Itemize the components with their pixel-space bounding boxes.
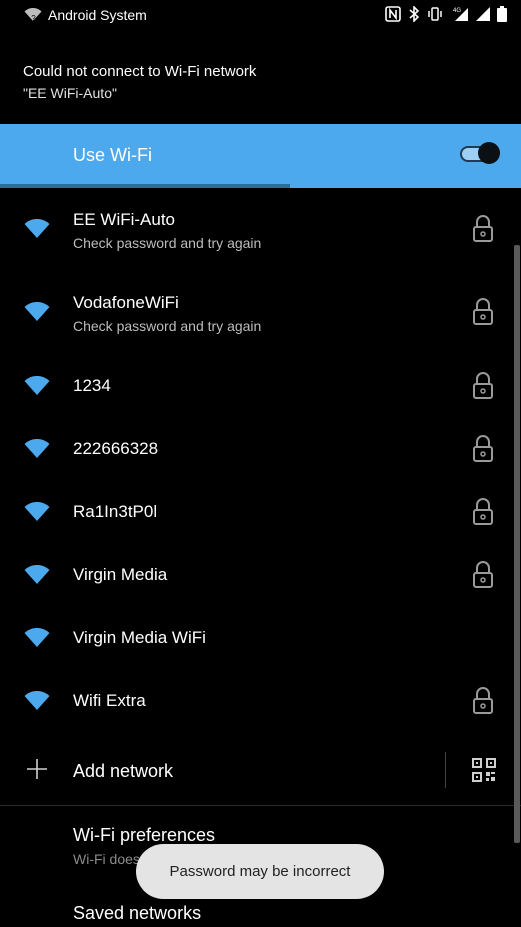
- notification-subtitle: "EE WiFi-Auto": [23, 85, 117, 101]
- battery-icon: [497, 6, 507, 22]
- wifi-unknown-icon: ?: [24, 8, 42, 22]
- svg-text:4G: 4G: [453, 8, 461, 14]
- wifi-toggle[interactable]: [460, 141, 500, 165]
- network-name: EE WiFi-Auto: [73, 210, 176, 229]
- network-row[interactable]: Virgin Media WiFi: [0, 606, 521, 669]
- add-network-label: Add network: [73, 761, 174, 781]
- lock-icon: [473, 435, 493, 462]
- use-wifi-label: Use Wi-Fi: [73, 145, 152, 165]
- network-name: Ra1In3tP0l: [73, 502, 158, 521]
- wifi-signal-icon: [24, 439, 50, 458]
- network-name: VodafoneWiFi: [73, 293, 179, 312]
- lock-icon: [473, 498, 493, 525]
- status-bar: ? Android System 4G: [0, 0, 521, 30]
- status-bar-icons: 4G: [385, 6, 507, 22]
- network-row[interactable]: Ra1In3tP0l: [0, 480, 521, 543]
- signal-icon: [476, 7, 490, 21]
- vibrate-icon: [428, 7, 442, 21]
- network-name: Virgin Media WiFi: [73, 628, 206, 647]
- section-divider: [0, 805, 521, 806]
- network-row[interactable]: VodafoneWiFi Check password and try again: [0, 271, 521, 354]
- network-name: 1234: [73, 376, 111, 395]
- wifi-error-notification[interactable]: Could not connect to Wi-Fi network "EE W…: [0, 30, 521, 124]
- wifi-signal-icon: [24, 302, 50, 321]
- scrollbar[interactable]: [514, 245, 520, 843]
- wifi-preferences-title: Wi-Fi preferences: [73, 825, 216, 845]
- add-network-row[interactable]: Add network: [0, 744, 521, 796]
- qr-code-icon[interactable]: [472, 758, 496, 782]
- wifi-signal-icon: [24, 502, 50, 521]
- wifi-signal-icon: [24, 565, 50, 584]
- lock-icon: [473, 561, 493, 588]
- network-row[interactable]: Virgin Media: [0, 543, 521, 606]
- network-name: 222666328: [73, 439, 159, 458]
- lock-icon: [473, 372, 493, 399]
- network-row[interactable]: EE WiFi-Auto Check password and try again: [0, 188, 521, 271]
- lock-icon: [473, 298, 493, 325]
- notification-title: Could not connect to Wi-Fi network: [23, 63, 257, 80]
- network-row[interactable]: Wifi Extra: [0, 669, 521, 732]
- wifi-signal-icon: [24, 691, 50, 710]
- wifi-toggle-thumb: [478, 142, 500, 164]
- status-bar-app: ? Android System: [24, 7, 147, 23]
- wifi-signal-icon: [24, 219, 50, 238]
- nfc-icon: [385, 6, 401, 22]
- toast: Password may be incorrect: [136, 844, 384, 899]
- lock-icon: [473, 687, 493, 714]
- signal-4g-icon: 4G: [453, 8, 468, 21]
- network-status: Check password and try again: [73, 235, 262, 251]
- wifi-signal-icon: [24, 628, 50, 647]
- lock-icon: [473, 215, 493, 242]
- wifi-signal-icon: [24, 376, 50, 395]
- network-name: Wifi Extra: [73, 691, 146, 710]
- status-bar-app-label: Android System: [48, 7, 147, 23]
- network-row[interactable]: 222666328: [0, 417, 521, 480]
- saved-networks-item[interactable]: Saved networks: [73, 903, 201, 924]
- plus-icon: [27, 759, 47, 779]
- toast-message: Password may be incorrect: [169, 863, 351, 880]
- use-wifi-bar[interactable]: Use Wi-Fi: [0, 124, 521, 188]
- network-status: Check password and try again: [73, 318, 262, 334]
- add-network-divider: [445, 752, 446, 788]
- network-row[interactable]: 1234: [0, 354, 521, 417]
- svg-text:?: ?: [31, 14, 36, 22]
- network-name: Virgin Media: [73, 565, 168, 584]
- bluetooth-icon: [409, 6, 420, 22]
